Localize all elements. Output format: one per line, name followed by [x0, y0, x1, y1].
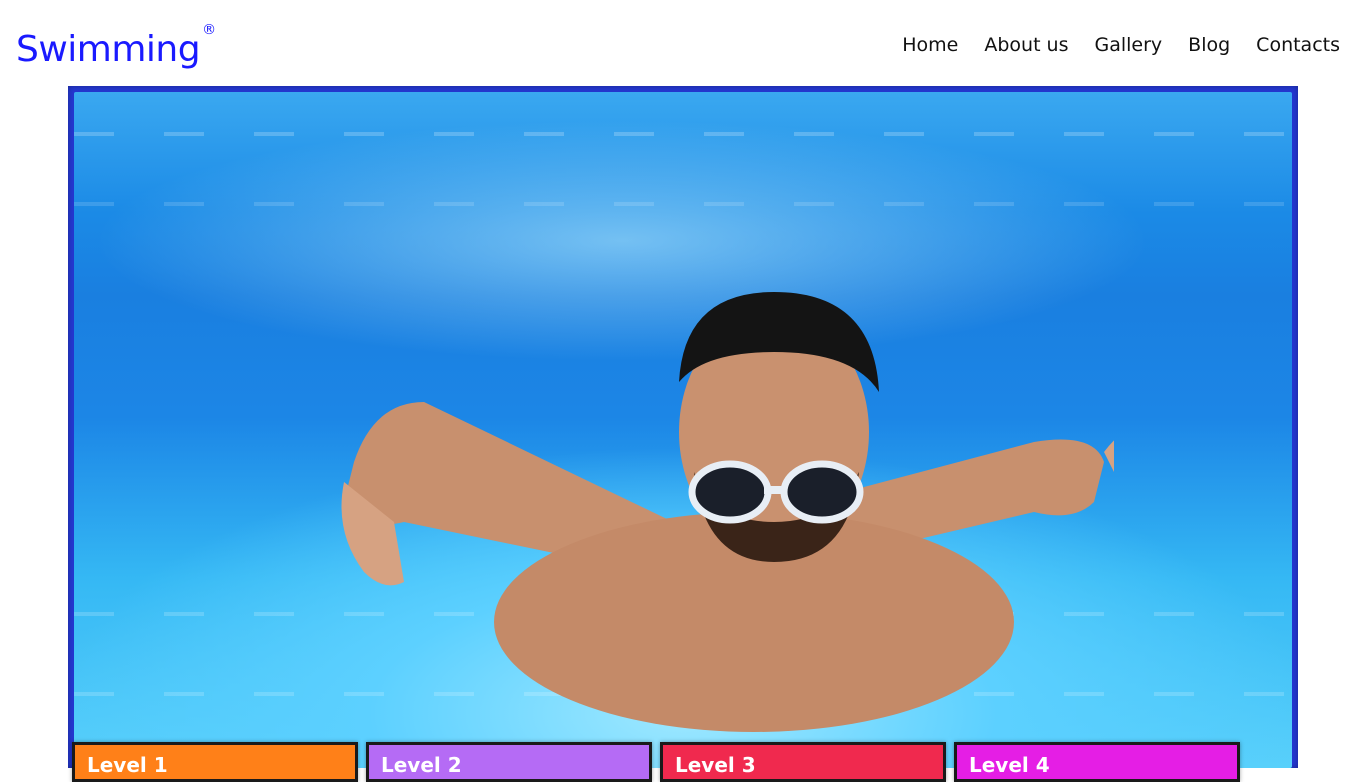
water-ripple	[74, 132, 1292, 136]
site-header: Swimming ® Home About us Gallery Blog Con…	[0, 0, 1366, 86]
level-1-card[interactable]: Level 1	[72, 742, 358, 782]
hero-image-frame	[68, 86, 1298, 768]
main-nav: Home About us Gallery Blog Contacts	[902, 30, 1340, 60]
site-logo[interactable]: Swimming ®	[16, 18, 216, 76]
nav-about-us[interactable]: About us	[984, 30, 1068, 60]
nav-blog[interactable]: Blog	[1188, 30, 1230, 60]
registered-mark: ®	[202, 22, 216, 38]
nav-contacts[interactable]: Contacts	[1256, 30, 1340, 60]
level-4-card[interactable]: Level 4	[954, 742, 1240, 782]
level-2-card[interactable]: Level 2	[366, 742, 652, 782]
level-cards: Level 1 Level 2 Level 3 Level 4	[72, 742, 1240, 782]
hero-photo	[74, 92, 1292, 768]
level-3-card[interactable]: Level 3	[660, 742, 946, 782]
nav-home[interactable]: Home	[902, 30, 958, 60]
logo-text: Swimming	[16, 29, 201, 70]
nav-gallery[interactable]: Gallery	[1095, 30, 1163, 60]
swimmer-figure	[341, 292, 1114, 732]
